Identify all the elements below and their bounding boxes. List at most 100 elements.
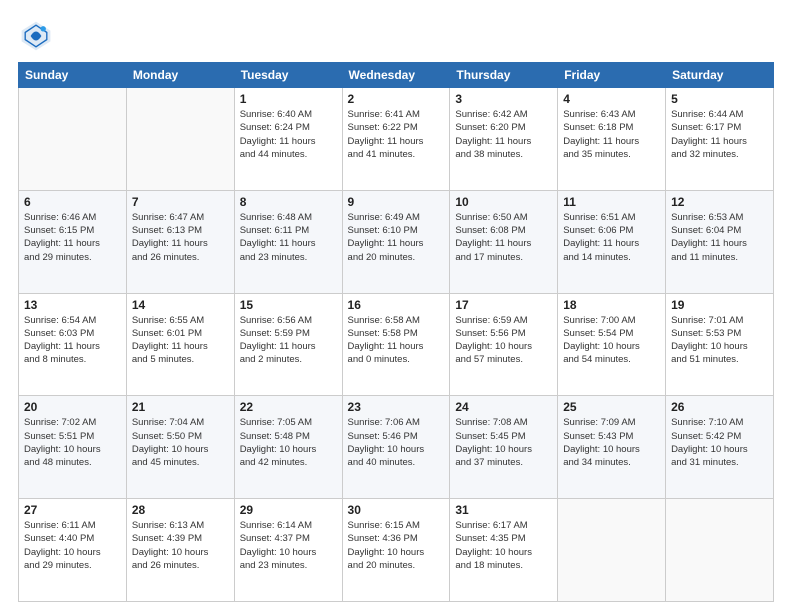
calendar-cell: 25 Sunrise: 7:09 AMSunset: 5:43 PMDayligh… (558, 396, 666, 499)
calendar-cell: 19 Sunrise: 7:01 AMSunset: 5:53 PMDayligh… (666, 293, 774, 396)
calendar-cell: 29 Sunrise: 6:14 AMSunset: 4:37 PMDayligh… (234, 499, 342, 602)
cell-text: Sunrise: 7:08 AMSunset: 5:45 PMDaylight:… (455, 416, 552, 469)
day-number: 1 (240, 92, 337, 106)
day-header-saturday: Saturday (666, 63, 774, 88)
cell-text: Sunrise: 7:02 AMSunset: 5:51 PMDaylight:… (24, 416, 121, 469)
calendar-table: SundayMondayTuesdayWednesdayThursdayFrid… (18, 62, 774, 602)
cell-text: Sunrise: 6:43 AMSunset: 6:18 PMDaylight:… (563, 108, 660, 161)
day-number: 30 (348, 503, 445, 517)
cell-text: Sunrise: 6:48 AMSunset: 6:11 PMDaylight:… (240, 211, 337, 264)
day-number: 7 (132, 195, 229, 209)
calendar-header-row: SundayMondayTuesdayWednesdayThursdayFrid… (19, 63, 774, 88)
calendar-cell: 6 Sunrise: 6:46 AMSunset: 6:15 PMDaylight… (19, 190, 127, 293)
calendar-cell: 28 Sunrise: 6:13 AMSunset: 4:39 PMDayligh… (126, 499, 234, 602)
day-number: 12 (671, 195, 768, 209)
cell-text: Sunrise: 6:14 AMSunset: 4:37 PMDaylight:… (240, 519, 337, 572)
calendar-cell: 9 Sunrise: 6:49 AMSunset: 6:10 PMDaylight… (342, 190, 450, 293)
cell-text: Sunrise: 6:58 AMSunset: 5:58 PMDaylight:… (348, 314, 445, 367)
cell-text: Sunrise: 6:55 AMSunset: 6:01 PMDaylight:… (132, 314, 229, 367)
cell-text: Sunrise: 7:10 AMSunset: 5:42 PMDaylight:… (671, 416, 768, 469)
calendar-cell: 23 Sunrise: 7:06 AMSunset: 5:46 PMDayligh… (342, 396, 450, 499)
calendar-cell: 16 Sunrise: 6:58 AMSunset: 5:58 PMDayligh… (342, 293, 450, 396)
cell-text: Sunrise: 6:44 AMSunset: 6:17 PMDaylight:… (671, 108, 768, 161)
cell-text: Sunrise: 6:49 AMSunset: 6:10 PMDaylight:… (348, 211, 445, 264)
day-number: 28 (132, 503, 229, 517)
day-number: 18 (563, 298, 660, 312)
day-number: 23 (348, 400, 445, 414)
cell-text: Sunrise: 6:13 AMSunset: 4:39 PMDaylight:… (132, 519, 229, 572)
day-number: 25 (563, 400, 660, 414)
cell-text: Sunrise: 6:50 AMSunset: 6:08 PMDaylight:… (455, 211, 552, 264)
day-number: 8 (240, 195, 337, 209)
header (18, 18, 774, 54)
calendar-cell: 13 Sunrise: 6:54 AMSunset: 6:03 PMDayligh… (19, 293, 127, 396)
cell-text: Sunrise: 6:46 AMSunset: 6:15 PMDaylight:… (24, 211, 121, 264)
day-number: 11 (563, 195, 660, 209)
cell-text: Sunrise: 6:11 AMSunset: 4:40 PMDaylight:… (24, 519, 121, 572)
day-header-thursday: Thursday (450, 63, 558, 88)
calendar-week-1: 1 Sunrise: 6:40 AMSunset: 6:24 PMDaylight… (19, 88, 774, 191)
day-header-monday: Monday (126, 63, 234, 88)
day-number: 20 (24, 400, 121, 414)
day-number: 5 (671, 92, 768, 106)
day-number: 4 (563, 92, 660, 106)
calendar-week-2: 6 Sunrise: 6:46 AMSunset: 6:15 PMDaylight… (19, 190, 774, 293)
cell-text: Sunrise: 6:41 AMSunset: 6:22 PMDaylight:… (348, 108, 445, 161)
calendar-cell: 27 Sunrise: 6:11 AMSunset: 4:40 PMDayligh… (19, 499, 127, 602)
calendar-cell: 5 Sunrise: 6:44 AMSunset: 6:17 PMDaylight… (666, 88, 774, 191)
calendar-cell: 24 Sunrise: 7:08 AMSunset: 5:45 PMDayligh… (450, 396, 558, 499)
calendar-cell: 10 Sunrise: 6:50 AMSunset: 6:08 PMDayligh… (450, 190, 558, 293)
day-number: 15 (240, 298, 337, 312)
cell-text: Sunrise: 6:17 AMSunset: 4:35 PMDaylight:… (455, 519, 552, 572)
calendar-cell (558, 499, 666, 602)
day-number: 22 (240, 400, 337, 414)
logo (18, 18, 58, 54)
day-number: 26 (671, 400, 768, 414)
cell-text: Sunrise: 6:51 AMSunset: 6:06 PMDaylight:… (563, 211, 660, 264)
calendar-week-5: 27 Sunrise: 6:11 AMSunset: 4:40 PMDayligh… (19, 499, 774, 602)
cell-text: Sunrise: 6:56 AMSunset: 5:59 PMDaylight:… (240, 314, 337, 367)
day-header-sunday: Sunday (19, 63, 127, 88)
calendar-cell: 26 Sunrise: 7:10 AMSunset: 5:42 PMDayligh… (666, 396, 774, 499)
calendar-cell: 12 Sunrise: 6:53 AMSunset: 6:04 PMDayligh… (666, 190, 774, 293)
day-number: 16 (348, 298, 445, 312)
cell-text: Sunrise: 6:42 AMSunset: 6:20 PMDaylight:… (455, 108, 552, 161)
page: SundayMondayTuesdayWednesdayThursdayFrid… (0, 0, 792, 612)
day-number: 19 (671, 298, 768, 312)
calendar-cell: 14 Sunrise: 6:55 AMSunset: 6:01 PMDayligh… (126, 293, 234, 396)
calendar-week-3: 13 Sunrise: 6:54 AMSunset: 6:03 PMDayligh… (19, 293, 774, 396)
cell-text: Sunrise: 6:40 AMSunset: 6:24 PMDaylight:… (240, 108, 337, 161)
day-number: 29 (240, 503, 337, 517)
day-header-tuesday: Tuesday (234, 63, 342, 88)
day-number: 31 (455, 503, 552, 517)
calendar-week-4: 20 Sunrise: 7:02 AMSunset: 5:51 PMDayligh… (19, 396, 774, 499)
calendar-cell: 31 Sunrise: 6:17 AMSunset: 4:35 PMDayligh… (450, 499, 558, 602)
calendar-cell (666, 499, 774, 602)
day-number: 14 (132, 298, 229, 312)
cell-text: Sunrise: 7:09 AMSunset: 5:43 PMDaylight:… (563, 416, 660, 469)
cell-text: Sunrise: 6:59 AMSunset: 5:56 PMDaylight:… (455, 314, 552, 367)
calendar-cell: 18Sunrise: 7:00 AMSunset: 5:54 PMDayligh… (558, 293, 666, 396)
day-number: 3 (455, 92, 552, 106)
calendar-cell: 20 Sunrise: 7:02 AMSunset: 5:51 PMDayligh… (19, 396, 127, 499)
day-number: 10 (455, 195, 552, 209)
cell-text: Sunrise: 6:47 AMSunset: 6:13 PMDaylight:… (132, 211, 229, 264)
calendar-cell: 8 Sunrise: 6:48 AMSunset: 6:11 PMDaylight… (234, 190, 342, 293)
cell-text: Sunrise: 6:15 AMSunset: 4:36 PMDaylight:… (348, 519, 445, 572)
day-header-friday: Friday (558, 63, 666, 88)
day-number: 24 (455, 400, 552, 414)
day-number: 2 (348, 92, 445, 106)
calendar-cell: 21Sunrise: 7:04 AMSunset: 5:50 PMDayligh… (126, 396, 234, 499)
day-number: 21 (132, 400, 229, 414)
cell-text: Sunrise: 7:05 AMSunset: 5:48 PMDaylight:… (240, 416, 337, 469)
day-number: 9 (348, 195, 445, 209)
day-number: 27 (24, 503, 121, 517)
cell-text: Sunrise: 6:53 AMSunset: 6:04 PMDaylight:… (671, 211, 768, 264)
cell-text: Sunrise: 6:54 AMSunset: 6:03 PMDaylight:… (24, 314, 121, 367)
day-number: 6 (24, 195, 121, 209)
cell-text: Sunrise: 7:06 AMSunset: 5:46 PMDaylight:… (348, 416, 445, 469)
calendar-cell: 11 Sunrise: 6:51 AMSunset: 6:06 PMDayligh… (558, 190, 666, 293)
day-number: 13 (24, 298, 121, 312)
calendar-cell: 22 Sunrise: 7:05 AMSunset: 5:48 PMDayligh… (234, 396, 342, 499)
cell-text: Sunrise: 7:01 AMSunset: 5:53 PMDaylight:… (671, 314, 768, 367)
